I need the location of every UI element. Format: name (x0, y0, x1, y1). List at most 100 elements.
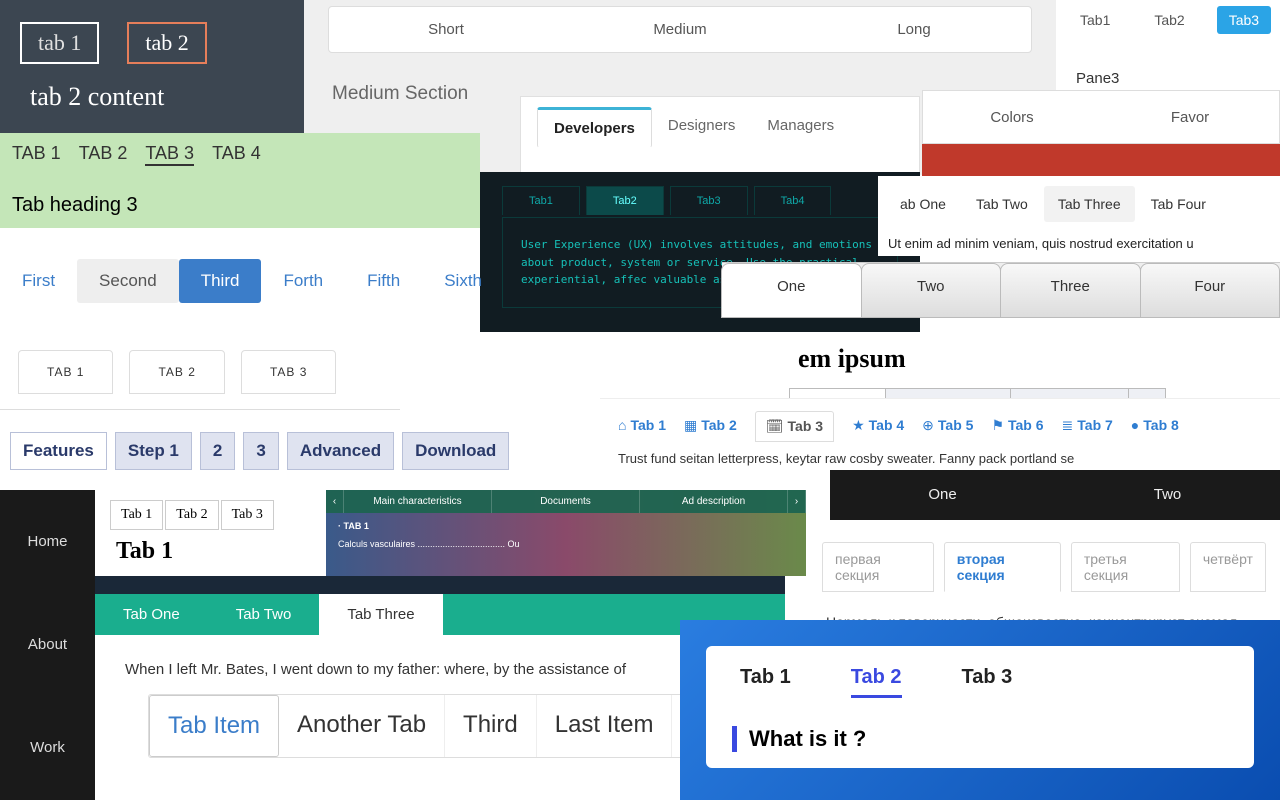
tab-1[interactable]: Tab 1 (740, 666, 791, 698)
tab-one[interactable]: One (721, 263, 862, 318)
tab-first[interactable]: First (0, 259, 77, 303)
tab-1[interactable]: TAB 1 (18, 350, 113, 394)
header-bar (95, 576, 785, 594)
content-text: Trust fund seitan letterpress, keytar ra… (600, 450, 1280, 468)
tab-short[interactable]: Short (329, 7, 563, 52)
tab-third[interactable]: Third (445, 695, 537, 757)
tab-three[interactable]: Tab Three (319, 594, 442, 635)
tab-features[interactable]: Features (10, 432, 107, 470)
tab-section-3[interactable]: третья секция (1071, 542, 1180, 592)
tab-3[interactable]: TAB 3 (241, 350, 336, 394)
tab-fifth[interactable]: Fifth (345, 259, 422, 303)
tab-2[interactable]: Tab 2 (165, 500, 218, 530)
tab-step-3[interactable]: 3 (243, 432, 278, 470)
nav-about[interactable]: About (0, 593, 95, 696)
tab-last[interactable]: Last Item (537, 695, 673, 757)
tab-2[interactable]: TAB 2 (79, 143, 128, 166)
tab-1[interactable]: Tab1 (1068, 6, 1122, 34)
tab-2[interactable]: ▦Tab 2 (684, 417, 737, 442)
list-icon: ≣ (1062, 417, 1074, 433)
tab-colors[interactable]: Colors (923, 109, 1101, 126)
tab-long[interactable]: Long (797, 7, 1031, 52)
panel-gradient-tabs: ‹ Main characteristics Documents Ad desc… (326, 490, 806, 576)
tab-step-1[interactable]: Step 1 (115, 432, 192, 470)
tab-2[interactable]: tab 2 (127, 22, 206, 64)
tab-1[interactable]: TAB 1 (12, 143, 61, 166)
heading: What is it ? (732, 726, 1228, 752)
tab-advanced[interactable]: Advanced (287, 432, 394, 470)
tab-ad-description[interactable]: Ad description (640, 490, 788, 513)
nav-home[interactable]: Home (0, 490, 95, 593)
tab-1[interactable]: Tab 1 (110, 500, 163, 530)
tab-heading: Tab heading 3 (12, 194, 480, 217)
content-text: Ut enim ad minim veniam, quis nostrud ex… (878, 232, 1280, 255)
tab-4[interactable]: ★Tab 4 (852, 417, 904, 442)
panel-green-tabs: TAB 1 TAB 2 TAB 3 TAB 4 Tab heading 3 (0, 133, 480, 228)
tab-3[interactable]: Tab 3 (221, 500, 274, 530)
tab-content: tab 2 content (30, 82, 304, 112)
tab-item[interactable]: Tab Item (149, 695, 279, 757)
tab-two[interactable]: Tab Two (208, 594, 320, 635)
tab-3[interactable]: Tab3 (670, 186, 748, 215)
tab-developers[interactable]: Developers (537, 107, 652, 148)
panel-russian-sections: первая секция вторая секция третья секци… (808, 524, 1280, 620)
tab-four[interactable]: Four (1140, 263, 1280, 318)
nav-work[interactable]: Work (0, 696, 95, 799)
tab-designers[interactable]: Designers (652, 107, 752, 148)
tab-4[interactable]: Tab4 (754, 186, 832, 215)
tab-main-characteristics[interactable]: Main characteristics (344, 490, 492, 513)
tab-5[interactable]: ⊕Tab 5 (922, 417, 973, 442)
tab-another[interactable]: Another Tab (279, 695, 445, 757)
panel-roles-tabs: Developers Designers Managers (520, 96, 920, 176)
tab-two[interactable]: Two (861, 263, 1002, 318)
tab-section-1[interactable]: первая секция (822, 542, 934, 592)
tab-2[interactable]: TAB 2 (129, 350, 224, 394)
panel-large-tab-items: Tab Item Another Tab Third Last Item (148, 694, 688, 774)
panel-outlined-tabs: TAB 1 TAB 2 TAB 3 (0, 340, 400, 410)
tab-one[interactable]: One (830, 470, 1055, 520)
pane-label: Pane3 (1056, 40, 1280, 97)
tab-3[interactable]: TAB 3 (145, 143, 194, 166)
flag-icon: ⚑ (991, 417, 1004, 433)
tab-favorites[interactable]: Favor (1101, 109, 1279, 126)
tab-three[interactable]: Three (1000, 263, 1141, 318)
arrow-right-icon[interactable]: › (788, 490, 806, 513)
tab-3[interactable]: Tab3 (1217, 6, 1271, 34)
tab-2[interactable]: Tab2 (1142, 6, 1196, 34)
tab-two[interactable]: Two (1055, 470, 1280, 520)
tab-6[interactable]: ⚑Tab 6 (991, 417, 1043, 442)
tab-section-2[interactable]: вторая секция (944, 542, 1061, 592)
globe-icon: ⊕ (922, 417, 934, 433)
tab-8[interactable]: ●Tab 8 (1131, 417, 1179, 442)
tab-second[interactable]: Second (77, 259, 179, 303)
panel-boxed-tabs: tab 1 tab 2 tab 2 content (0, 0, 304, 133)
tab-1[interactable]: ⌂Tab 1 (618, 417, 666, 442)
tab-1[interactable]: tab 1 (20, 22, 99, 64)
heading: Tab 1 (116, 538, 320, 565)
tab-forth[interactable]: Forth (261, 259, 345, 303)
tab-3[interactable]: Tab 3 (962, 666, 1013, 698)
tab-step-2[interactable]: 2 (200, 432, 235, 470)
tab-sixth[interactable]: Sixth (422, 259, 504, 303)
tab-4[interactable]: TAB 4 (212, 143, 261, 166)
panel-overview-tabs: em ipsum Overview Requirements Step By S… (790, 338, 1280, 390)
tab-four[interactable]: Tab Four (1137, 186, 1220, 222)
tab-one[interactable]: ab One (886, 186, 960, 222)
tab-one[interactable]: Tab One (95, 594, 208, 635)
tab-section-4[interactable]: четвёрт (1190, 542, 1266, 592)
tab-2[interactable]: Tab2 (586, 186, 664, 215)
tab-7[interactable]: ≣Tab 7 (1062, 417, 1113, 442)
arrow-left-icon[interactable]: ‹ (326, 490, 344, 513)
tab-download[interactable]: Download (402, 432, 509, 470)
tab-2[interactable]: Tab 2 (851, 666, 902, 698)
tab-managers[interactable]: Managers (751, 107, 850, 148)
tab-third[interactable]: Third (179, 259, 262, 303)
tab-medium[interactable]: Medium (563, 7, 797, 52)
tab-documents[interactable]: Documents (492, 490, 640, 513)
tab-three[interactable]: Tab Three (1044, 186, 1135, 222)
star-icon: ★ (852, 417, 865, 433)
tab-1[interactable]: Tab1 (502, 186, 580, 215)
tab-3[interactable]: 🗓Tab 3 (755, 411, 834, 442)
tab-two[interactable]: Tab Two (962, 186, 1042, 222)
content-line: Calculs vasculaires ....................… (326, 539, 806, 549)
